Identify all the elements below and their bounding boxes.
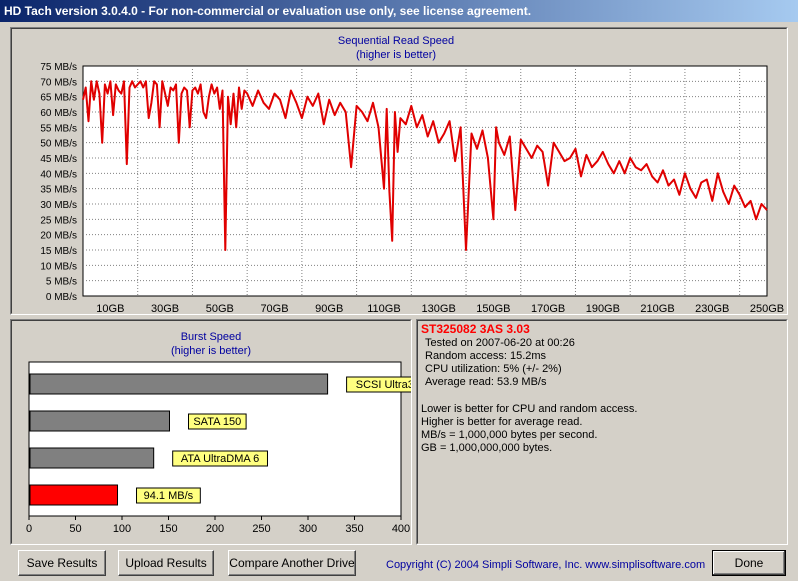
y-tick-label: 25 MB/s <box>40 215 77 226</box>
x-tick-label: 300 <box>299 523 317 535</box>
x-tick-label: 170GB <box>531 303 565 314</box>
sequential-read-chart: 0 MB/s 5 MB/s 10 MB/s 15 MB/s 20 MB/s 25 MB/s… <box>40 62 784 314</box>
x-tick-label: 30GB <box>151 303 179 314</box>
burst-bar-reference <box>29 447 155 469</box>
y-tick-label: 70 MB/s <box>40 77 77 88</box>
x-tick-label: 200 <box>206 523 224 535</box>
x-tick-label: 250 <box>252 523 270 535</box>
bar-label: SATA 150 <box>193 416 241 428</box>
burst-speed-panel: Burst Speed (higher is better) 0 50 100 150… <box>10 319 412 545</box>
x-tick-label: 210GB <box>640 303 674 314</box>
x-tick-label: 10GB <box>96 303 124 314</box>
average-read: Average read: 53.9 MB/s <box>425 376 547 388</box>
y-tick-label: 0 MB/s <box>46 292 77 303</box>
x-tick-label: 190GB <box>586 303 620 314</box>
y-tick-label: 30 MB/s <box>40 200 77 211</box>
x-tick-label: 50GB <box>206 303 234 314</box>
copyright-text: Copyright (C) 2004 Simpli Software, Inc.… <box>386 559 706 571</box>
sequential-read-panel: Sequential Read Speed (higher is better)… <box>10 27 788 315</box>
x-tick-label: 100 <box>113 523 131 535</box>
x-tick-label: 50 <box>69 523 81 535</box>
y-tick-label: 65 MB/s <box>40 93 77 104</box>
x-tick-label: 110GB <box>367 303 400 314</box>
done-button[interactable]: Done <box>712 550 786 576</box>
x-tick-label: 70GB <box>260 303 288 314</box>
y-tick-label: 50 MB/s <box>40 139 77 150</box>
x-tick-label: 130GB <box>422 303 456 314</box>
window-title: HD Tach version 3.0.4.0 - For non-commer… <box>0 0 798 22</box>
x-tick-label: 230GB <box>695 303 729 314</box>
y-tick-label: 5 MB/s <box>46 277 77 288</box>
burst-bar-reference <box>29 410 170 432</box>
note-line: Lower is better for CPU and random acces… <box>421 403 638 415</box>
y-tick-label: 20 MB/s <box>40 231 77 242</box>
burst-bar-reference <box>29 373 329 395</box>
save-results-button[interactable]: Save Results <box>18 550 106 576</box>
upload-results-button[interactable]: Upload Results <box>118 550 214 576</box>
drive-info-panel: ST325082 3AS 3.03 Tested on 2007-06-20 a… <box>416 319 788 545</box>
y-tick-label: 55 MB/s <box>40 123 77 134</box>
x-tick-label: 90GB <box>315 303 343 314</box>
x-tick-label: 400 <box>392 523 410 535</box>
bar-label: ATA UltraDMA 6 <box>181 453 259 465</box>
x-tick-label: 350 <box>345 523 363 535</box>
bar-label: 94.1 MB/s <box>144 490 194 502</box>
random-access: Random access: 15.2ms <box>425 350 547 362</box>
x-tick-label: 150 <box>159 523 177 535</box>
y-tick-label: 15 MB/s <box>40 246 77 257</box>
burst-bar-current <box>29 484 119 506</box>
compare-drive-button[interactable]: Compare Another Drive <box>228 550 356 576</box>
x-tick-label: 0 <box>26 523 32 535</box>
note-line: MB/s = 1,000,000 bytes per second. <box>421 429 598 441</box>
note-line: Higher is better for average read. <box>421 416 583 428</box>
tested-on: Tested on 2007-06-20 at 00:26 <box>425 337 575 349</box>
cpu-utilization: CPU utilization: 5% (+/- 2%) <box>425 363 562 375</box>
note-line: GB = 1,000,000,000 bytes. <box>421 442 553 454</box>
y-tick-label: 60 MB/s <box>40 108 77 119</box>
drive-name: ST325082 3AS 3.03 <box>421 322 530 336</box>
bar-label: SCSI Ultra320 <box>356 379 411 391</box>
y-tick-label: 35 MB/s <box>40 185 77 196</box>
y-tick-label: 10 MB/s <box>40 261 77 272</box>
x-tick-label: 150GB <box>476 303 510 314</box>
y-tick-label: 40 MB/s <box>40 169 77 180</box>
y-tick-label: 75 MB/s <box>40 62 77 73</box>
burst-speed-chart: 0 50 100 150 200 250 300 350 400 SCSI Ultra320 SAT… <box>26 361 411 535</box>
y-tick-label: 45 MB/s <box>40 154 77 165</box>
plot-area <box>82 65 768 297</box>
x-tick-label: 250GB <box>750 303 784 314</box>
